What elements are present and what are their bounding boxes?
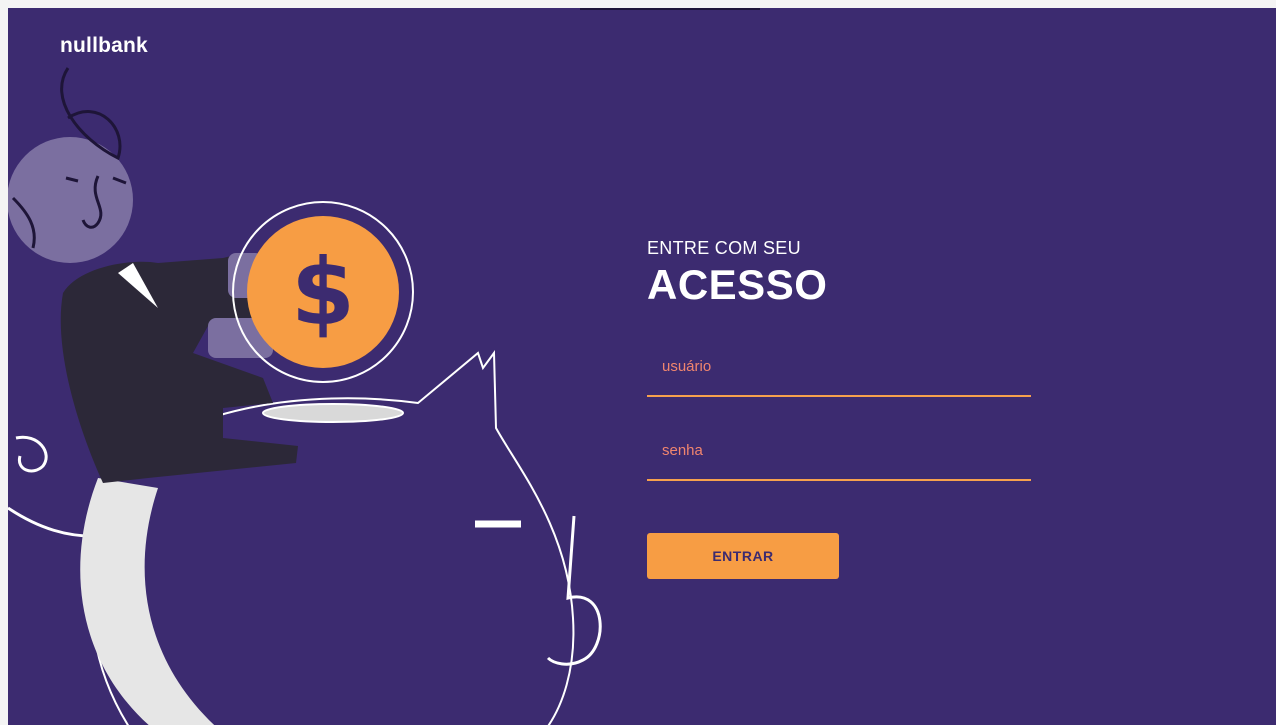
login-subtitle: ENTRE COM SEU: [647, 238, 801, 258]
piggy-bank-illustration: $: [8, 67, 602, 725]
password-field: [647, 431, 1031, 481]
password-input[interactable]: [647, 431, 1031, 479]
login-title: ACESSO: [647, 261, 828, 308]
username-input[interactable]: [647, 347, 1031, 395]
login-submit-button[interactable]: ENTRAR: [647, 533, 839, 579]
login-panel: ENTRE COM SEU ACESSO ENTRAR: [647, 238, 1031, 579]
username-field: [647, 347, 1031, 397]
coin-slot: [262, 403, 404, 423]
coin-dollar-icon: $: [291, 239, 355, 346]
login-page: nullbank $ ENTRE COM SEU ACESSO usuário …: [8, 8, 1276, 725]
figure-leg: [80, 478, 215, 725]
